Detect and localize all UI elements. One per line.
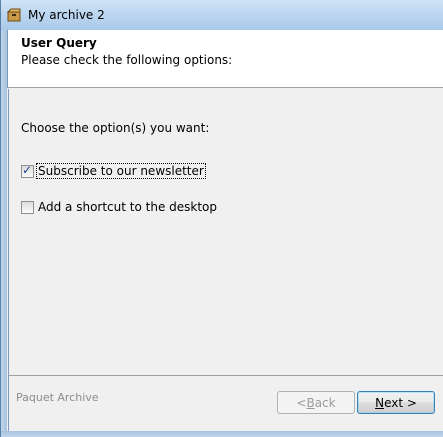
title-bar[interactable]: My archive 2 bbox=[1, 0, 443, 30]
archive-box-icon bbox=[6, 8, 21, 22]
window-frame-left bbox=[1, 30, 7, 437]
back-button-accel: B bbox=[306, 395, 315, 410]
page-subtitle: Please check the following options: bbox=[21, 53, 233, 67]
page-title: User Query bbox=[21, 36, 97, 50]
newsletter-checkbox[interactable]: ✓ bbox=[21, 162, 34, 178]
desktop-shortcut-option-label[interactable]: Add a shortcut to the desktop bbox=[37, 200, 218, 214]
window-frame-bottom bbox=[1, 431, 443, 437]
installer-window: My archive 2 User Query Please check the… bbox=[0, 0, 443, 437]
dialog-header: User Query Please check the following op… bbox=[7, 30, 443, 88]
back-button-prefix: < bbox=[296, 395, 307, 410]
options-panel: Choose the option(s) you want: ✓ Subscri… bbox=[8, 89, 443, 375]
next-button-accel: N bbox=[375, 395, 385, 410]
desktop-shortcut-option[interactable]: Add a shortcut to the desktop bbox=[21, 199, 218, 215]
options-prompt: Choose the option(s) you want: bbox=[21, 121, 210, 135]
newsletter-option-label[interactable]: Subscribe to our newsletter bbox=[36, 163, 206, 179]
checkmark-icon: ✓ bbox=[22, 162, 33, 177]
back-button-suffix: ack bbox=[314, 395, 336, 410]
newsletter-option[interactable]: ✓ Subscribe to our newsletter bbox=[21, 162, 206, 179]
dialog-footer: Paquet Archive < Back Next > bbox=[8, 376, 443, 437]
window-title: My archive 2 bbox=[28, 8, 105, 22]
branding-text: Paquet Archive bbox=[16, 391, 99, 404]
desktop-shortcut-checkbox[interactable] bbox=[21, 200, 34, 214]
next-button-suffix: ext > bbox=[384, 395, 417, 410]
next-button[interactable]: Next > bbox=[357, 391, 435, 414]
back-button[interactable]: < Back bbox=[277, 391, 355, 414]
